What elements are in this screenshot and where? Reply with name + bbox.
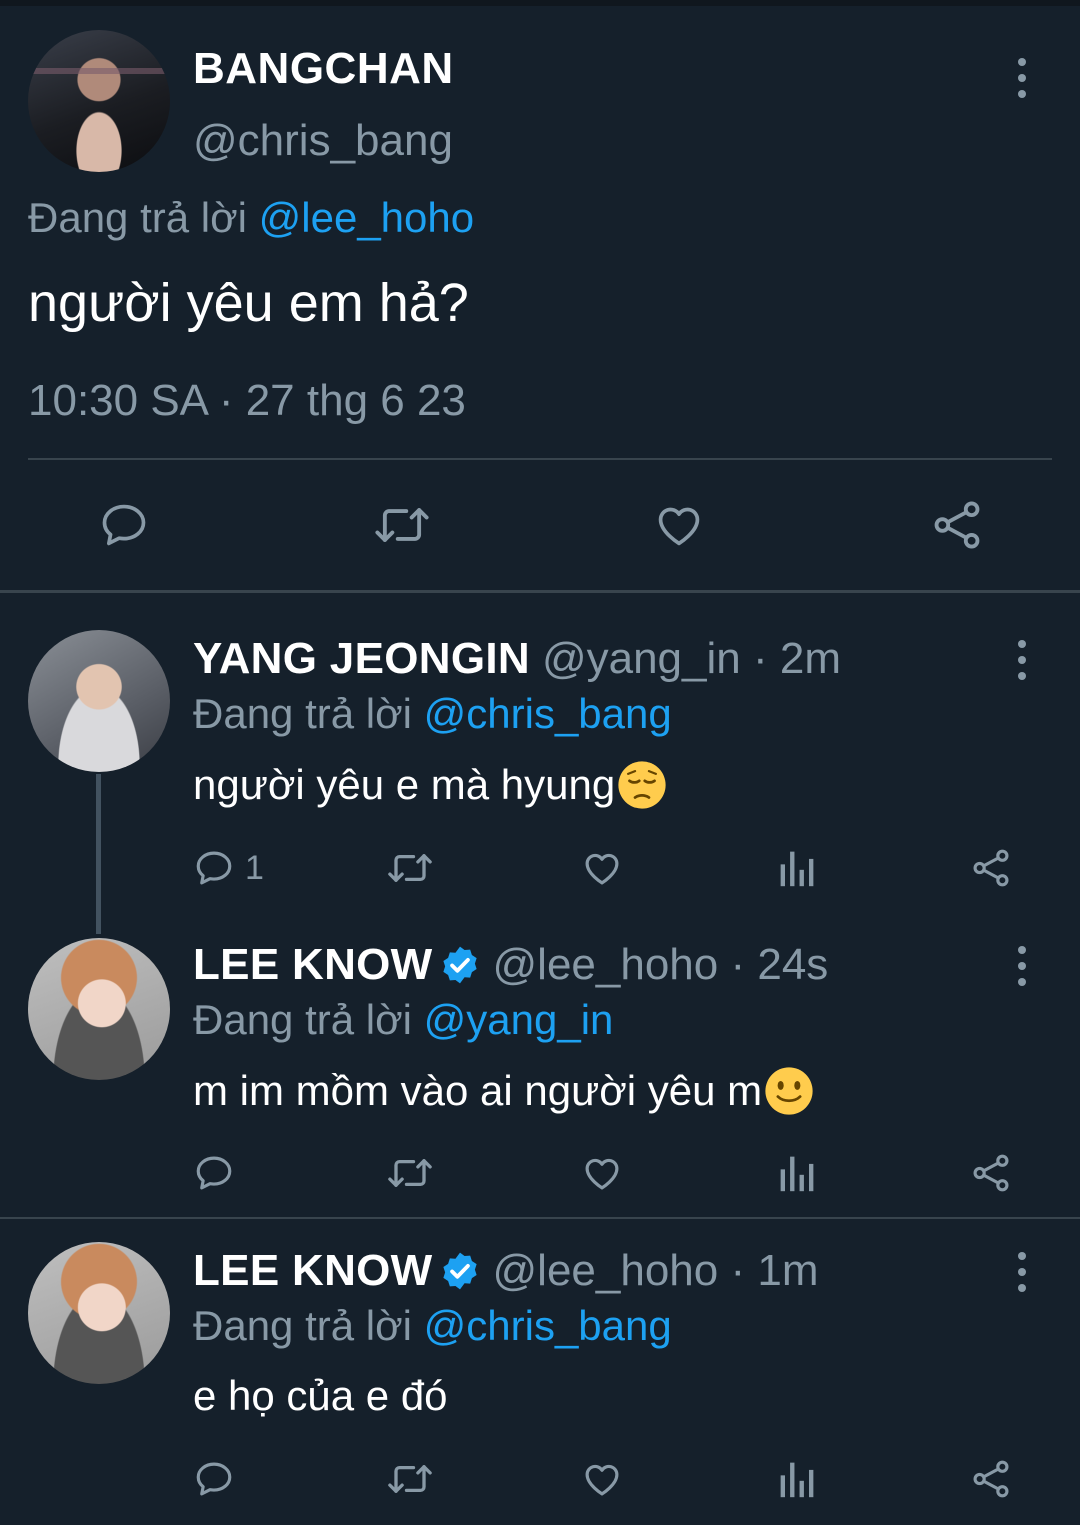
section-divider (0, 1217, 1080, 1219)
reply-icon[interactable] (193, 1454, 235, 1504)
more-options-icon[interactable] (1015, 640, 1029, 680)
reply-text: m im mồm vào ai người yêu m (193, 1067, 763, 1114)
slightly-smiling-face-emoji (765, 1067, 813, 1115)
author-handle[interactable]: @chris_bang (193, 116, 453, 166)
like-icon[interactable] (580, 843, 624, 893)
reply-actions: 1 (0, 843, 1080, 893)
share-icon[interactable] (970, 1454, 1012, 1504)
reply-icon[interactable]: 1 (193, 843, 264, 893)
reply-meta: @lee_hoho · 24s (492, 940, 829, 989)
reply-actions (0, 1454, 1080, 1504)
divider (28, 458, 1052, 460)
avatar-lee-know[interactable] (28, 938, 170, 1080)
more-options-icon[interactable] (1015, 1252, 1029, 1292)
replying-to-handle[interactable]: @yang_in (424, 996, 614, 1043)
share-icon[interactable] (930, 495, 984, 555)
reply-icon[interactable] (193, 1148, 235, 1198)
tweet-text: người yêu em hả? (28, 273, 469, 333)
like-icon[interactable] (652, 495, 706, 555)
reply-header: YANG JEONGIN @yang_in · 2m (193, 634, 841, 684)
reply-text-row: e họ của e đó (193, 1372, 448, 1420)
replying-to: Đang trả lời @yang_in (193, 996, 613, 1044)
replying-to-label: Đang trả lời (193, 1302, 424, 1349)
reply-text: người yêu e mà hyung (193, 761, 616, 808)
reply-count: 1 (245, 848, 264, 887)
analytics-icon[interactable] (778, 1454, 816, 1504)
share-icon[interactable] (970, 843, 1012, 893)
replying-to-label: Đang trả lời (28, 194, 259, 241)
reply-author-name[interactable]: YANG JEONGIN (193, 634, 530, 684)
replying-to-label: Đang trả lời (193, 690, 424, 737)
replying-to-label: Đang trả lời (193, 996, 424, 1043)
reply-header: LEE KNOW @lee_hoho · 24s (193, 940, 828, 990)
verified-badge-icon (442, 1252, 477, 1290)
reply-text-row: người yêu e mà hyung (193, 760, 667, 810)
reply-header: LEE KNOW @lee_hoho · 1m (193, 1246, 818, 1296)
like-icon[interactable] (580, 1148, 624, 1198)
share-icon[interactable] (970, 1148, 1012, 1198)
avatar-lee-know[interactable] (28, 1242, 170, 1384)
reply-text-row: m im mồm vào ai người yêu m (193, 1066, 814, 1116)
analytics-icon[interactable] (778, 843, 816, 893)
retweet-icon[interactable] (372, 495, 432, 555)
replying-to: Đang trả lời @chris_bang (193, 1302, 672, 1350)
author-name[interactable]: BANGCHAN (193, 44, 454, 94)
pensive-face-emoji (618, 761, 666, 809)
reply-meta: @lee_hoho · 1m (492, 1246, 819, 1295)
reply-actions (0, 1148, 1080, 1198)
retweet-icon[interactable] (385, 1454, 435, 1504)
replying-to-handle[interactable]: @lee_hoho (259, 194, 474, 241)
retweet-icon[interactable] (385, 843, 435, 893)
replying-to: Đang trả lời @chris_bang (193, 690, 672, 738)
replying-to: Đang trả lời @lee_hoho (28, 194, 474, 242)
more-options-icon[interactable] (1015, 58, 1029, 98)
avatar-yang-jeongin[interactable] (28, 630, 170, 772)
tweet-actions (0, 495, 1080, 555)
like-icon[interactable] (580, 1454, 624, 1504)
more-options-icon[interactable] (1015, 946, 1029, 986)
replying-to-handle[interactable]: @chris_bang (424, 1302, 672, 1349)
reply-icon[interactable] (98, 495, 150, 555)
reply-author-name[interactable]: LEE KNOW (193, 1246, 433, 1296)
replying-to-handle[interactable]: @chris_bang (424, 690, 672, 737)
reply-text: e họ của e đó (193, 1372, 448, 1419)
verified-badge-icon (442, 946, 477, 984)
analytics-icon[interactable] (778, 1148, 816, 1198)
tweet-timestamp: 10:30 SA · 27 thg 6 23 (28, 376, 466, 425)
reply-author-name[interactable]: LEE KNOW (193, 940, 433, 990)
avatar-bangchan[interactable] (28, 30, 170, 172)
status-strip (0, 0, 1080, 6)
reply-meta: @yang_in · 2m (541, 634, 841, 683)
section-divider (0, 590, 1080, 593)
retweet-icon[interactable] (385, 1148, 435, 1198)
